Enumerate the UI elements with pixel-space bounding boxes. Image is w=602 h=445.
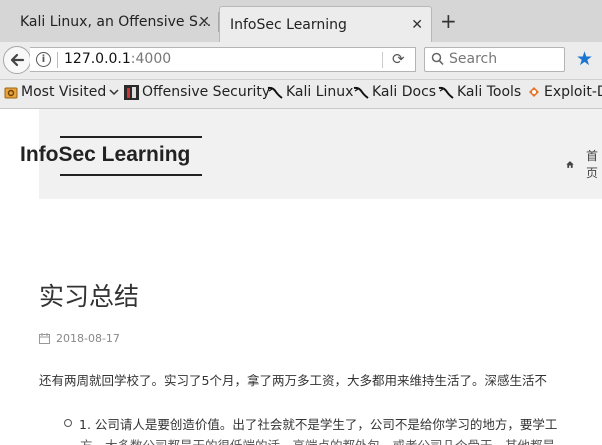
search-icon — [431, 52, 444, 66]
gear-icon — [4, 87, 18, 99]
close-tab-icon[interactable]: ✕ — [198, 14, 210, 30]
new-tab-plus-icon[interactable]: + — [440, 10, 457, 32]
kali-dragon-icon — [438, 86, 454, 99]
calendar-icon — [39, 333, 50, 344]
search-placeholder: Search — [449, 51, 498, 67]
site-logo[interactable]: InfoSec Learning — [20, 143, 190, 167]
post-intro: 还有两周就回学校了。实习了5个月，拿了两万多工资，大多都用来维持生活了。深感生活… — [39, 373, 547, 388]
bookmark-exploit-db[interactable]: Exploit-D — [527, 84, 602, 100]
list-item-continuation: 方，大多数公司都是干的很低端的活，高端点的都外包，或者公司几个骨干，其他都是 — [80, 435, 557, 445]
offsec-icon — [124, 84, 139, 100]
search-input[interactable]: Search — [424, 47, 565, 72]
close-tab-icon[interactable]: ✕ — [411, 17, 423, 33]
info-icon[interactable]: i — [36, 52, 51, 67]
post-title: 实习总结 — [39, 282, 140, 311]
bookmark-offensive-security[interactable]: Offensive Security — [124, 84, 270, 100]
home-icon — [566, 160, 574, 168]
nav-home-label: 首页 — [586, 149, 599, 180]
bookmark-label: Most Visited — [21, 84, 107, 100]
bookmark-label: Exploit-D — [544, 84, 602, 100]
post-date-text: 2018-08-17 — [56, 332, 120, 345]
back-arrow-icon — [10, 53, 25, 67]
bookmark-star-icon[interactable]: ★ — [576, 48, 593, 70]
list-item-text: 1. 公司请人是要创造价值。出了社会就不是学生了，公司不是给你学习的地方，要学工 — [79, 417, 558, 432]
bookmark-label: Offensive Security — [142, 84, 271, 100]
post-date: 2018-08-17 — [39, 332, 120, 345]
nav-home-link[interactable]: 首页 — [566, 147, 602, 181]
kali-dragon-icon — [353, 86, 369, 99]
site-header: InfoSec Learning 首页 — [20, 109, 602, 199]
reload-icon[interactable]: ⟳ — [392, 50, 405, 68]
url-separator — [57, 52, 58, 68]
url-text[interactable]: 127.0.0.1:4000 — [64, 51, 171, 67]
bookmark-label: Kali Docs — [372, 84, 437, 100]
logo-top-rule — [60, 136, 202, 138]
logo-bottom-rule — [60, 174, 202, 176]
tab-bar: Kali Linux, an Offensive S... ✕ InfoSec … — [0, 0, 602, 43]
bullet-icon — [64, 419, 72, 427]
exploit-db-icon — [529, 87, 539, 97]
url-port: :4000 — [130, 51, 172, 67]
url-bar[interactable]: i 127.0.0.1:4000 ⟳ — [30, 47, 416, 72]
navigation-toolbar: i 127.0.0.1:4000 ⟳ Search ★ — [0, 42, 602, 80]
tab-title: InfoSec Learning — [230, 17, 347, 33]
reload-separator — [382, 52, 383, 68]
list-item: 1. 公司请人是要创造价值。出了社会就不是学生了，公司不是给你学习的地方，要学工 — [64, 414, 557, 433]
tab-title: Kali Linux, an Offensive S... — [20, 14, 212, 30]
back-button[interactable] — [3, 46, 31, 74]
tab-kali-linux[interactable]: Kali Linux, an Offensive S... ✕ — [0, 5, 218, 39]
bookmarks-toolbar: Most Visited Offensive Security Kali Lin… — [0, 80, 602, 109]
bookmark-kali-tools[interactable]: Kali Tools — [438, 84, 521, 100]
bookmark-label: Kali Linux — [286, 84, 354, 100]
tab-infosec-learning[interactable]: InfoSec Learning ✕ — [219, 6, 432, 43]
page-content: InfoSec Learning 首页 实习总结 2018-08-17 还有两周… — [0, 109, 602, 445]
chevron-down-icon — [109, 89, 119, 96]
post-list: 1. 公司请人是要创造价值。出了社会就不是学生了，公司不是给你学习的地方，要学工… — [64, 414, 557, 445]
bookmark-kali-docs[interactable]: Kali Docs — [353, 84, 436, 100]
url-host: 127.0.0.1 — [64, 51, 131, 67]
bookmark-most-visited[interactable]: Most Visited — [4, 84, 120, 100]
bookmark-kali-linux[interactable]: Kali Linux — [267, 84, 353, 100]
kali-dragon-icon — [267, 86, 283, 99]
bookmark-label: Kali Tools — [457, 84, 522, 100]
